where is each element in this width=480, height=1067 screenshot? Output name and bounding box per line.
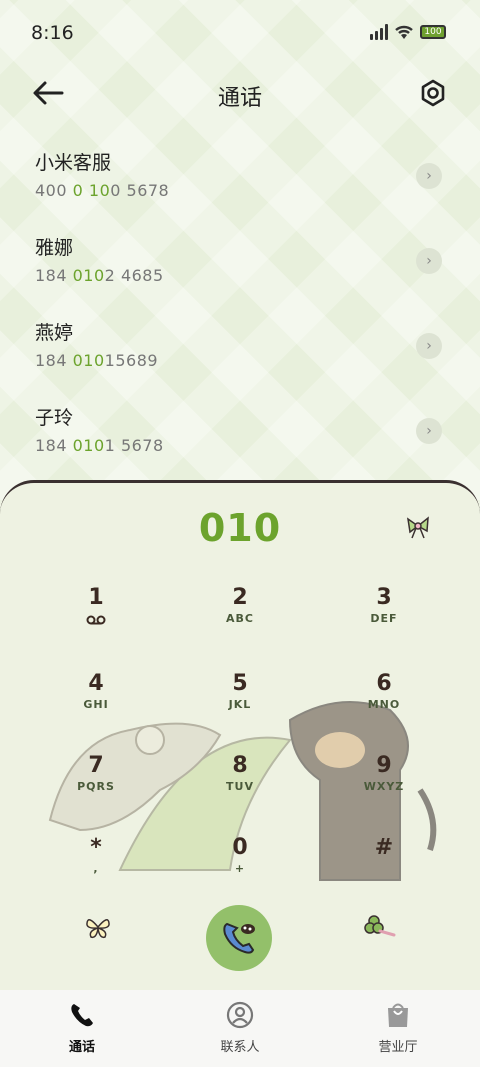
battery-level: 100 [424, 27, 442, 37]
settings-icon[interactable] [418, 78, 448, 108]
list-item[interactable]: 子玲 184 0101 5678 › [0, 393, 480, 478]
tab-calls[interactable]: 通话 [22, 1000, 142, 1055]
clover-hairclip-icon[interactable] [364, 913, 396, 939]
bow-icon[interactable] [404, 514, 432, 540]
contact-number: 184 0102 4685 [35, 266, 164, 285]
key-3[interactable]: 3 DEF [312, 585, 456, 655]
status-icons: 100 [370, 24, 446, 40]
key-8[interactable]: 8 TUV [168, 753, 312, 823]
phone-icon [71, 1004, 93, 1027]
list-item[interactable]: 小米客服 400 0 100 5678 › [0, 138, 480, 223]
page-title: 通话 [217, 86, 262, 111]
butterfly-icon[interactable] [84, 913, 112, 941]
chevron-right-icon[interactable]: › [416, 418, 442, 444]
voicemail-icon [86, 615, 106, 625]
key-9[interactable]: 9 WXYZ [312, 753, 456, 823]
key-1[interactable]: 1 [24, 585, 168, 655]
chevron-right-icon[interactable]: › [416, 333, 442, 359]
key-6[interactable]: 6 MNO [312, 671, 456, 741]
contact-name: 小米客服 [35, 152, 112, 174]
contacts-icon [226, 1001, 254, 1029]
key-2[interactable]: 2 ABC [168, 585, 312, 655]
list-item[interactable]: 雅娜 184 0102 4685 › [0, 223, 480, 308]
contact-name: 燕婷 [35, 322, 74, 344]
key-5[interactable]: 5 JKL [168, 671, 312, 741]
chevron-right-icon[interactable]: › [416, 248, 442, 274]
key-star[interactable]: *, [24, 835, 168, 905]
key-7[interactable]: 7 PQRS [24, 753, 168, 823]
status-time: 8:16 [31, 22, 74, 44]
signal-icon [370, 24, 388, 40]
contact-number: 400 0 100 5678 [35, 181, 170, 200]
status-bar: 8:16 100 [0, 0, 480, 66]
tab-calls-label: 通话 [68, 1040, 95, 1055]
tab-store-label: 营业厅 [378, 1040, 418, 1055]
call-button[interactable] [206, 905, 272, 971]
tab-contacts-label: 联系人 [220, 1040, 260, 1055]
list-item[interactable]: 燕婷 184 01015689 › [0, 308, 480, 393]
key-0[interactable]: 0 + [168, 835, 312, 905]
battery-icon: 100 [420, 25, 446, 39]
chevron-right-icon[interactable]: › [416, 163, 442, 189]
bottom-navigation: 通话 联系人 营业厅 [0, 990, 480, 1067]
recent-calls-list: 小米客服 400 0 100 5678 › 雅娜 184 0102 4685 ›… [0, 138, 480, 478]
wifi-icon [395, 25, 413, 39]
key-hash[interactable]: # [312, 835, 456, 905]
shopping-bag-icon [388, 1003, 408, 1027]
app-bar: 通话 [0, 66, 480, 122]
contact-number: 184 01015689 [35, 351, 159, 370]
phone-icon [223, 922, 255, 954]
key-4[interactable]: 4 GHI [24, 671, 168, 741]
contact-name: 雅娜 [35, 237, 74, 259]
contact-name: 子玲 [35, 407, 74, 429]
contact-number: 184 0101 5678 [35, 436, 164, 455]
tab-store[interactable]: 营业厅 [338, 1000, 458, 1055]
tab-contacts[interactable]: 联系人 [180, 1000, 300, 1055]
dialer-actions [0, 905, 480, 975]
